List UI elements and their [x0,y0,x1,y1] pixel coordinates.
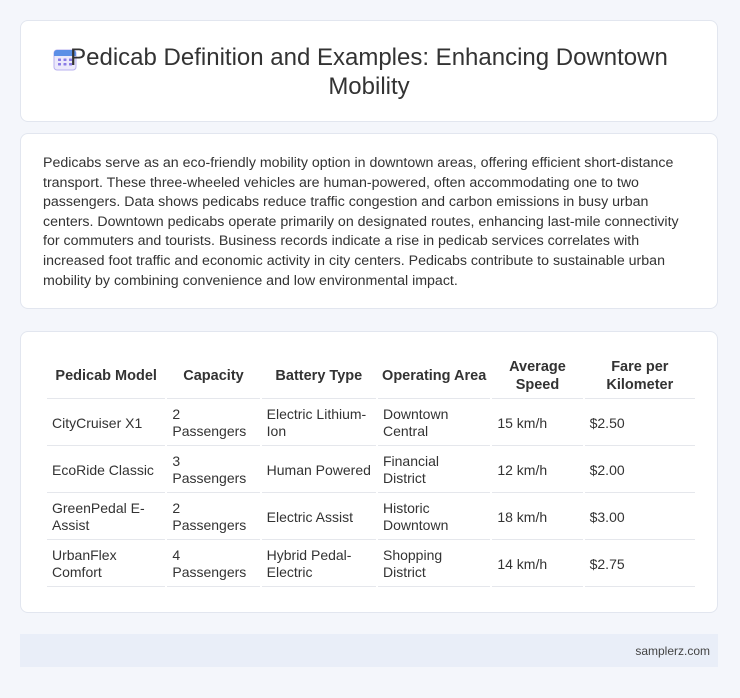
column-header: Fare per Kilometer [584,354,695,399]
table-cell: 4 Passengers [167,542,260,587]
table-cell: GreenPedal E-Assist [47,495,166,540]
column-header: Operating Area [377,354,491,399]
table-cell: 2 Passengers [167,401,260,446]
table-row: GreenPedal E-Assist 2 Passengers Electri… [47,495,695,540]
table-cell: $2.75 [584,542,695,587]
table-cell: Shopping District [377,542,491,587]
pedicab-table: Pedicab Model Capacity Battery Type Oper… [45,352,697,589]
table-cell: Hybrid Pedal-Electric [261,542,376,587]
table-cell: 14 km/h [492,542,583,587]
table-cell: 15 km/h [492,401,583,446]
table-header-row: Pedicab Model Capacity Battery Type Oper… [47,354,695,399]
page-title: Pedicab Definition and Examples: Enhanci… [70,44,668,100]
table-cell: CityCruiser X1 [47,401,166,446]
table-cell: Financial District [377,448,491,493]
table-cell: UrbanFlex Comfort [47,542,166,587]
column-header: Average Speed [492,354,583,399]
table-cell: $2.00 [584,448,695,493]
description-text: Pedicabs serve as an eco-friendly mobili… [43,155,679,289]
table-cell: 3 Passengers [167,448,260,493]
table-cell: EcoRide Classic [47,448,166,493]
table-cell: 12 km/h [492,448,583,493]
table-cell: Human Powered [261,448,376,493]
table-card: Pedicab Model Capacity Battery Type Oper… [20,331,718,613]
table-row: UrbanFlex Comfort 4 Passengers Hybrid Pe… [47,542,695,587]
footer: samplerz.com [20,634,718,667]
table-cell: 2 Passengers [167,495,260,540]
table-cell: Downtown Central [377,401,491,446]
table-cell: Historic Downtown [377,495,491,540]
description-card: Pedicabs serve as an eco-friendly mobili… [20,133,718,309]
table-cell: Electric Lithium-Ion [261,401,376,446]
footer-site-link[interactable]: samplerz.com [635,644,710,658]
table-row: CityCruiser X1 2 Passengers Electric Lit… [47,401,695,446]
table-cell: Electric Assist [261,495,376,540]
column-header: Pedicab Model [47,354,166,399]
table-row: EcoRide Classic 3 Passengers Human Power… [47,448,695,493]
column-header: Battery Type [261,354,376,399]
table-cell: 18 km/h [492,495,583,540]
table-cell: $2.50 [584,401,695,446]
column-header: Capacity [167,354,260,399]
title-card: Pedicab Definition and Examples: Enhanci… [20,20,718,122]
table-cell: $3.00 [584,495,695,540]
